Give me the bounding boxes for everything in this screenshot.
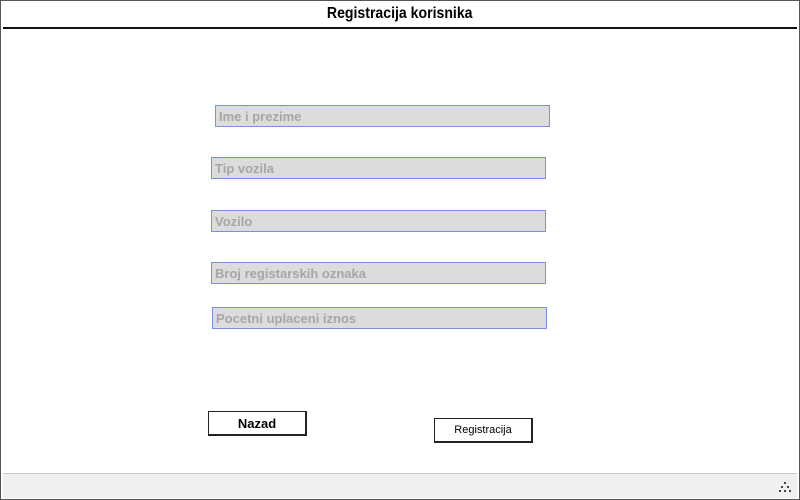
resize-grip-icon[interactable] — [779, 482, 791, 494]
back-button-label: Nazad — [237, 415, 277, 431]
full-name-input[interactable] — [215, 105, 550, 127]
register-button-label: Registracija — [454, 424, 512, 436]
window-title: Registracija korisnika — [327, 5, 473, 22]
initial-payment-input[interactable] — [212, 307, 547, 329]
status-bar — [3, 473, 797, 498]
register-button[interactable]: Registracija — [434, 418, 533, 443]
registration-window: Registracija korisnika Nazad Registracij… — [0, 0, 800, 500]
back-button[interactable]: Nazad — [208, 411, 307, 436]
plate-number-input[interactable] — [211, 262, 546, 284]
title-bar: Registracija korisnika — [3, 1, 797, 29]
vehicle-type-input[interactable] — [211, 157, 546, 179]
vehicle-input[interactable] — [211, 210, 546, 232]
